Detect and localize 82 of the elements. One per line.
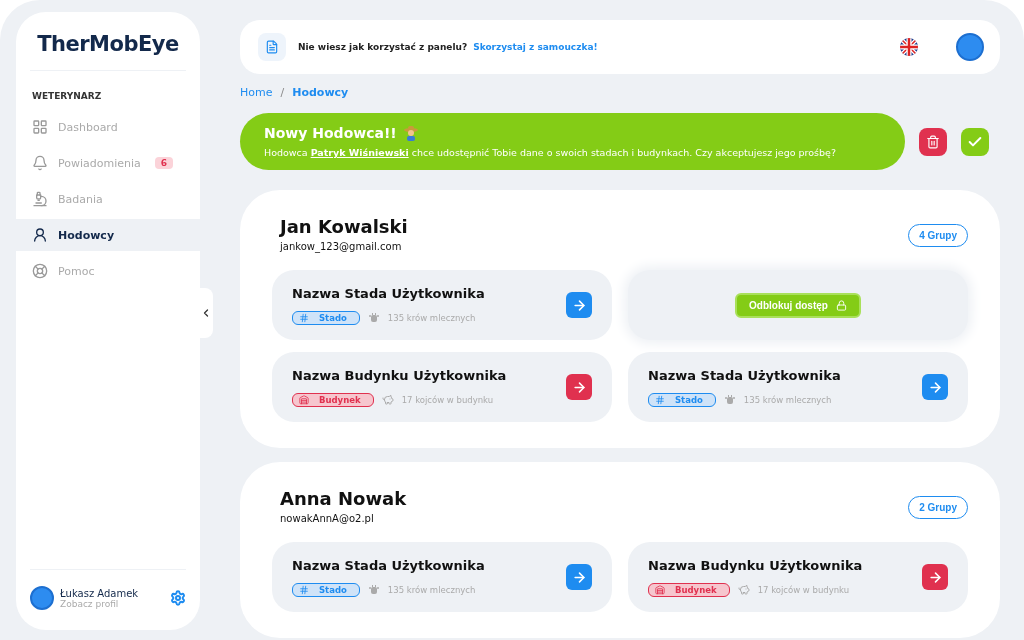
arrow-right-icon — [571, 379, 587, 395]
barn-icon — [299, 394, 309, 405]
count-text: 135 krów mlecznych — [743, 394, 832, 405]
hint-text: Nie wiesz jak korzystać z panelu? — [298, 42, 468, 52]
user-name: Łukasz Adamek — [60, 587, 139, 599]
logo: TherMobEye — [30, 12, 186, 71]
breeder-link[interactable]: Patryk Wiśniewski — [310, 147, 409, 158]
breeder-name: Anna Nowak — [280, 488, 407, 509]
arrow-right-icon — [927, 379, 943, 395]
grid-icon — [299, 584, 309, 595]
bell-icon — [32, 155, 48, 171]
tile-title: Nazwa Stada Użytkownika — [292, 285, 486, 301]
pig-icon — [737, 583, 750, 596]
open-button[interactable] — [566, 292, 592, 318]
tile-title: Nazwa Budynku Użytkownika — [648, 557, 864, 573]
notification-title: Nowy Hodowca!! — [264, 125, 397, 141]
count-text: 135 krów mlecznych — [387, 584, 476, 595]
nav-label: Pomoc — [58, 264, 95, 278]
avatar[interactable] — [956, 33, 984, 61]
groups-button[interactable]: 2 Grupy — [908, 496, 968, 519]
open-button[interactable] — [566, 564, 592, 590]
open-button[interactable] — [922, 374, 948, 400]
cow-icon — [723, 393, 736, 406]
nav-label: Powiadomienia — [58, 156, 141, 170]
building-tag: Budynek — [648, 582, 730, 597]
nav-label: Badania — [58, 192, 103, 206]
breeder-name: Jan Kowalski — [280, 216, 408, 237]
lifebuoy-icon — [32, 263, 48, 279]
arrow-right-icon — [927, 569, 943, 585]
pig-icon — [381, 393, 394, 406]
lock-icon — [835, 299, 847, 311]
tile-title: Nazwa Stada Użytkownika — [648, 367, 842, 383]
nav-item[interactable]: Hodowcy — [16, 219, 200, 251]
breadcrumb-link[interactable]: Hodowcy — [292, 86, 349, 99]
nav-label: Hodowcy — [58, 228, 115, 242]
nav-item[interactable]: Dashboard — [16, 111, 200, 143]
breeder-email: nowakAnnA@o2.pl — [280, 513, 375, 524]
count-text: 17 kojców w budynku — [757, 584, 850, 595]
avatar[interactable] — [30, 586, 54, 610]
tile-title: Nazwa Stada Użytkownika — [292, 557, 486, 573]
document-icon — [265, 40, 279, 54]
arrow-right-icon — [571, 569, 587, 585]
cow-icon — [367, 583, 380, 596]
grid-icon — [299, 312, 309, 323]
nav-item[interactable]: Pomoc — [16, 255, 200, 287]
settings-icon — [170, 590, 186, 606]
breadcrumb-separator: / — [280, 86, 285, 99]
tile-title: Nazwa Budynku Użytkownika — [292, 367, 508, 383]
herd-tag: Stado — [292, 582, 360, 597]
arrow-right-icon — [571, 297, 587, 313]
profile-link[interactable]: Zobacz profil — [60, 598, 139, 609]
count-badge: 6 — [154, 157, 174, 169]
open-button[interactable] — [922, 564, 948, 590]
settings-button[interactable] — [170, 590, 186, 606]
tutorial-button[interactable] — [258, 33, 286, 61]
count-text: 17 kojców w budynku — [401, 394, 494, 405]
cow-icon — [367, 311, 380, 324]
person-icon — [32, 227, 48, 243]
reject-button[interactable] — [919, 127, 947, 156]
section-label: WETERYNARZ — [31, 90, 103, 103]
tutorial-link[interactable]: Skorzystaj z samouczka! — [473, 42, 598, 52]
accept-button[interactable] — [961, 127, 989, 156]
open-button[interactable] — [566, 374, 592, 400]
flag-icon[interactable] — [900, 38, 918, 56]
herd-tag: Stado — [648, 392, 716, 407]
trash-icon — [926, 134, 940, 149]
farmer-icon — [402, 125, 419, 141]
nav-item[interactable]: Badania — [16, 183, 200, 215]
count-text: 135 krów mlecznych — [387, 312, 476, 323]
unlock-button[interactable]: Odblokuj dostęp — [735, 292, 861, 318]
grid-icon — [655, 394, 665, 405]
groups-button[interactable]: 4 Grupy — [908, 224, 968, 247]
building-tag: Budynek — [292, 392, 374, 407]
dashboard-icon — [32, 119, 48, 135]
notification-text: Hodowca Patryk Wiśniewski chce udostępnić Tobie dane o swoich stadach i budynkach. Czy akceptujesz jego prośbę? — [264, 147, 837, 158]
nav-item[interactable]: Powiadomienia 6 — [16, 147, 200, 179]
breadcrumb-link[interactable]: Home — [240, 86, 273, 99]
barn-icon — [655, 584, 665, 595]
breeder-email: jankow_123@gmail.com — [280, 241, 403, 252]
nav-label: Dashboard — [58, 120, 118, 134]
microscope-icon — [32, 191, 48, 207]
herd-tag: Stado — [292, 310, 360, 325]
